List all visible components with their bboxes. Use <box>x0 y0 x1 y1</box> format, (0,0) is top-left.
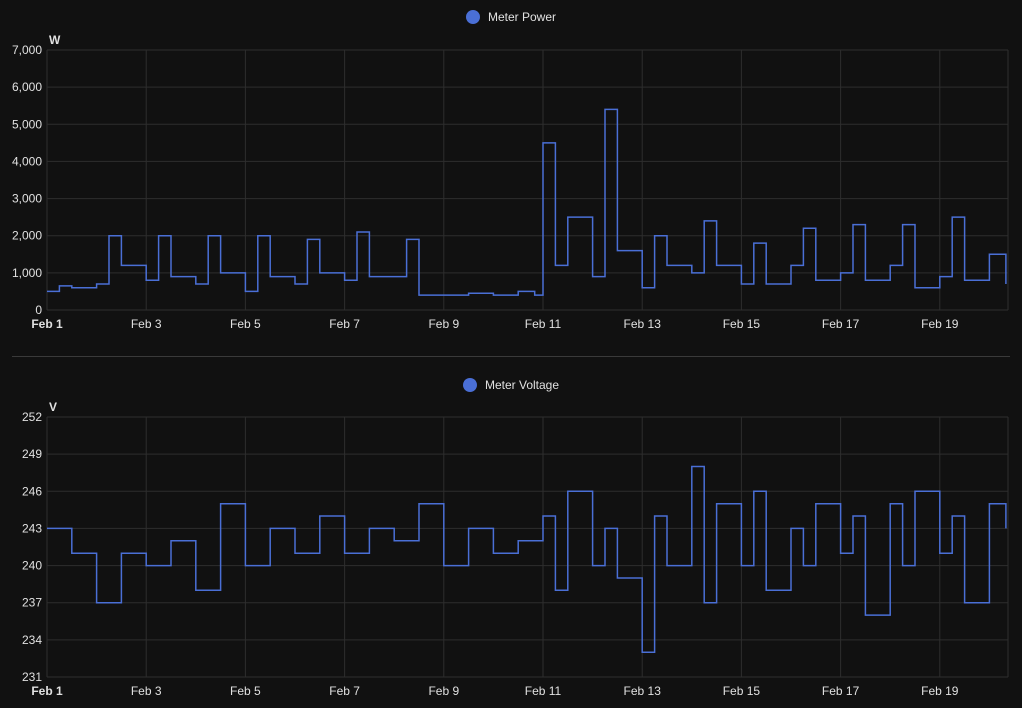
voltage-xtick-label: Feb 3 <box>131 684 162 698</box>
power-ytick-label: 6,000 <box>12 80 42 94</box>
power-xtick-label: Feb 11 <box>525 317 562 331</box>
voltage-xtick-label: Feb 1 <box>31 684 63 698</box>
voltage-ytick-label: 240 <box>22 559 42 573</box>
power-xtick-label: Feb 19 <box>921 317 959 331</box>
voltage-ytick-label: 252 <box>22 410 42 424</box>
power-ytick-label: 5,000 <box>12 117 42 131</box>
power-unit-label: W <box>49 33 61 47</box>
voltage-ytick-label: 249 <box>22 447 42 461</box>
power-xtick-label: Feb 13 <box>624 317 662 331</box>
power-ytick-label: 0 <box>35 303 42 317</box>
power-ytick-label: 3,000 <box>12 192 42 206</box>
voltage-ytick-label: 231 <box>22 670 42 684</box>
power-xtick-label: Feb 5 <box>230 317 261 331</box>
power-ytick-label: 4,000 <box>12 154 42 168</box>
power-xtick-label: Feb 7 <box>329 317 360 331</box>
voltage-ytick-label: 234 <box>22 633 42 647</box>
power-series-line <box>47 108 1007 296</box>
voltage-xtick-label: Feb 13 <box>624 684 662 698</box>
power-xtick-label: Feb 9 <box>428 317 459 331</box>
voltage-xtick-label: Feb 11 <box>525 684 562 698</box>
voltage-chart: Meter Voltage 231 234 237 240 243 246 249 252 Fe… <box>0 368 1022 708</box>
voltage-plot: 231 234 237 240 243 246 249 252 Feb 1 Feb 3 Feb 5 F… <box>22 400 1009 698</box>
power-xtick-label: Feb 17 <box>822 317 860 331</box>
power-ytick-label: 7,000 <box>12 43 42 57</box>
chart-divider <box>12 356 1010 357</box>
voltage-ytick-label: 243 <box>22 521 42 535</box>
power-xtick-label: Feb 15 <box>723 317 761 331</box>
voltage-ytick-label: 237 <box>22 596 42 610</box>
power-xtick-label: Feb 3 <box>131 317 162 331</box>
voltage-xtick-label: Feb 15 <box>723 684 761 698</box>
voltage-series-line <box>47 465 1007 653</box>
power-xtick-label: Feb 1 <box>31 317 63 331</box>
voltage-ytick-label: 246 <box>22 484 42 498</box>
power-chart: Meter Power 0 1,000 2,000 3,000 4,000 5,000 6,… <box>0 0 1022 350</box>
power-plot: 0 1,000 2,000 3,000 4,000 5,000 6,000 7,000 Feb … <box>12 33 1009 331</box>
power-ytick-label: 1,000 <box>12 266 42 280</box>
voltage-xtick-label: Feb 7 <box>329 684 360 698</box>
voltage-xtick-label: Feb 19 <box>921 684 959 698</box>
power-ytick-label: 2,000 <box>12 229 42 243</box>
voltage-xtick-label: Feb 5 <box>230 684 261 698</box>
voltage-xtick-label: Feb 9 <box>428 684 459 698</box>
voltage-xtick-label: Feb 17 <box>822 684 860 698</box>
voltage-unit-label: V <box>49 400 57 414</box>
